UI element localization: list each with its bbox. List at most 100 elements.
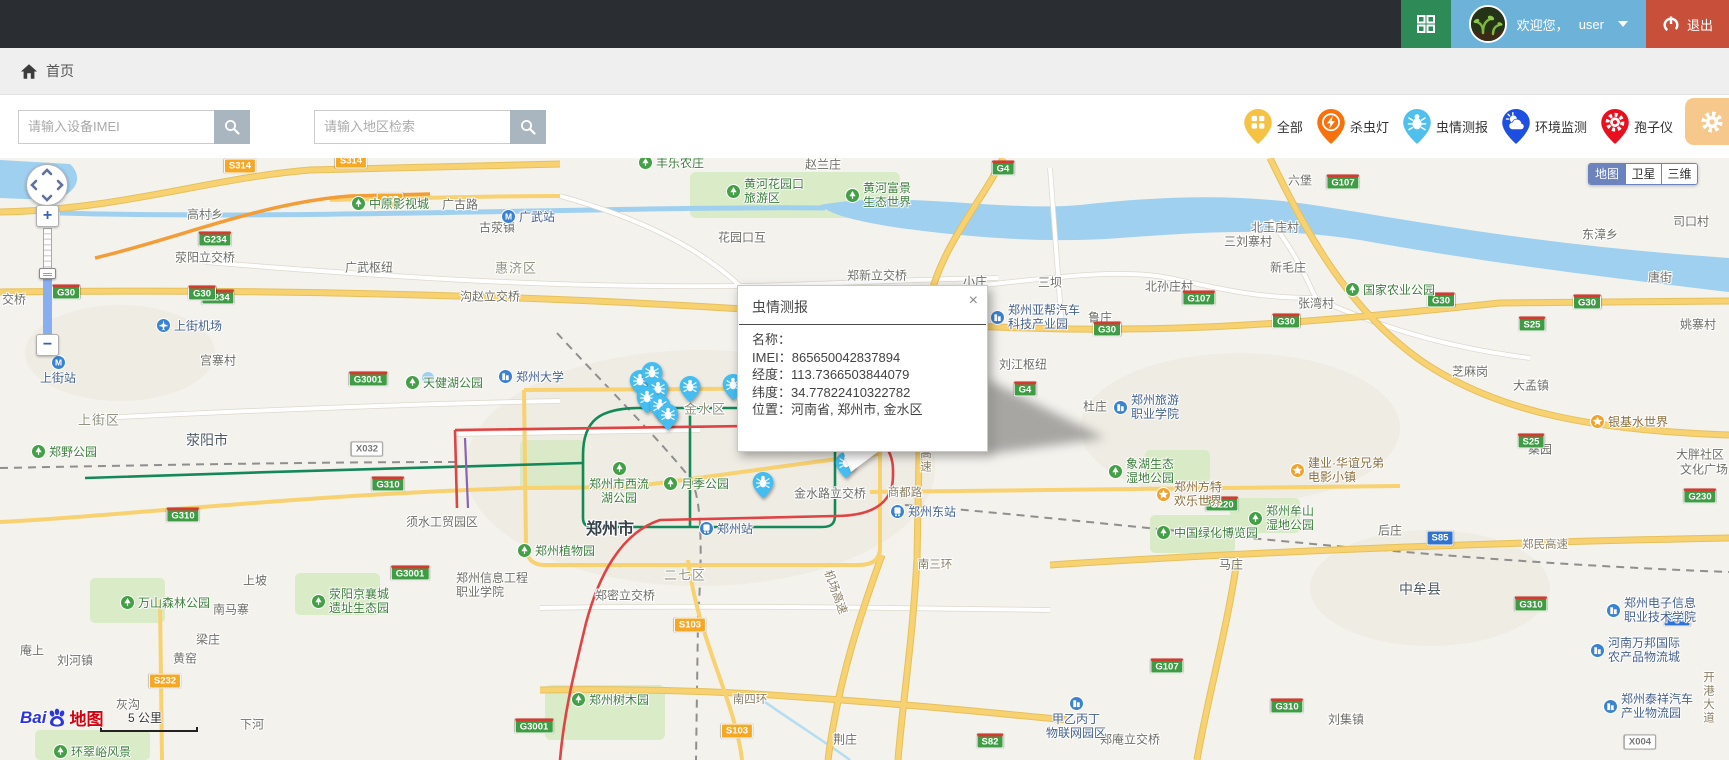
map-label: 庵上 — [20, 642, 44, 659]
poi[interactable]: 银基水世界 — [1590, 414, 1668, 429]
settings-button[interactable] — [1685, 98, 1729, 145]
map-pan-control[interactable] — [26, 164, 68, 206]
biz-icon — [1590, 643, 1605, 658]
poi[interactable]: 郑州方特欢乐世界 — [1156, 480, 1222, 508]
poi[interactable]: 荥阳京襄城遗址生态园 — [311, 587, 389, 615]
zoom-slider-handle[interactable] — [39, 268, 56, 279]
poi[interactable]: 郑州植物园 — [517, 543, 595, 558]
poi[interactable]: 郑州旅游职业学院 — [1113, 393, 1179, 421]
device-marker-pest[interactable] — [680, 376, 701, 408]
map-type-三维[interactable]: 三维 — [1661, 164, 1697, 184]
zoom-out-button[interactable]: − — [36, 334, 59, 356]
map-label: 荥阳立交桥 — [175, 249, 235, 266]
legend-item-label: 全部 — [1277, 117, 1303, 136]
road-badge: S314 — [224, 159, 256, 174]
poi[interactable]: M广武站 — [501, 209, 555, 224]
toolbar: 全部 杀虫灯虫情测报环境监测孢子仪 — [0, 95, 1729, 158]
device-marker-pest[interactable] — [658, 404, 679, 436]
map-label: 郑民高速 — [1522, 536, 1568, 552]
map-label: 刘河镇 — [57, 652, 93, 669]
legend-item-3[interactable]: 环境监测 — [1502, 109, 1587, 145]
map-label: 文化广场 — [1680, 461, 1728, 478]
baidu-logo[interactable]: Bai 地图 — [20, 705, 103, 730]
logout-label: 退出 — [1687, 15, 1713, 34]
map-label: 郑新立交桥 — [847, 267, 907, 284]
zoom-in-button[interactable]: + — [36, 205, 59, 227]
poi[interactable]: 万山森林公园 — [120, 595, 210, 610]
zoom-slider-track[interactable] — [43, 228, 52, 334]
poi-label: 郑州电子信息 — [1624, 596, 1696, 610]
poi[interactable]: 郑州泰祥汽车产业物流园 — [1603, 692, 1693, 720]
map-label: 南马寨 — [213, 601, 249, 618]
poi[interactable]: 环翠峪风景 — [53, 744, 131, 759]
poi-label: 科技产业园 — [1008, 317, 1080, 331]
breadcrumb-home[interactable]: 首页 — [46, 61, 74, 81]
map-label: 张湾村 — [1298, 295, 1334, 312]
poi[interactable]: 郑州东站 — [890, 504, 956, 519]
close-icon[interactable]: × — [969, 293, 978, 309]
legend-item-2[interactable]: 虫情测报 — [1403, 109, 1488, 145]
poi[interactable]: 郑州市西流湖公园 — [589, 461, 649, 505]
park-icon — [1248, 511, 1263, 526]
map-canvas[interactable]: 赵兰庄高村乡广古路古荥镇荥阳立交桥广武枢纽沟赵立交桥郑新立交桥花园口互惠济区六堡… — [0, 158, 1729, 760]
poi[interactable]: 河南万邦国际农产品物流城 — [1590, 636, 1680, 664]
region-search-input[interactable] — [314, 110, 510, 144]
poi[interactable]: 郑野公园 — [31, 444, 97, 459]
imei-search-input[interactable] — [18, 110, 214, 144]
map-label: 商都路 — [888, 484, 923, 500]
poi[interactable]: 郑州信息工程职业学院 — [456, 571, 528, 599]
poi[interactable]: 中国绿化博览园 — [1156, 525, 1258, 540]
road-badge: G3001 — [391, 566, 430, 581]
poi[interactable]: 上街机场 — [156, 318, 222, 333]
poi[interactable]: 黄河花园口旅游区 — [726, 177, 804, 205]
scale-bar — [100, 727, 198, 732]
legend-item-0[interactable]: 全部 — [1244, 109, 1303, 145]
legend-item-1[interactable]: 杀虫灯 — [1317, 109, 1389, 145]
poi[interactable]: 郑州电子信息职业技术学院 — [1606, 596, 1696, 624]
map-label: 东漳乡 — [1582, 226, 1618, 243]
logout-button[interactable]: 退出 — [1646, 0, 1729, 48]
map-label: 刘集镇 — [1328, 711, 1364, 728]
poi-label: 中国绿化博览园 — [1174, 526, 1258, 540]
park-icon — [53, 744, 68, 759]
park-icon — [1108, 464, 1123, 479]
poi[interactable]: 郑州树木园 — [571, 692, 649, 707]
popup-row-label: IMEI： — [752, 350, 792, 365]
user-menu[interactable]: 欢迎您， user — [1451, 0, 1646, 48]
map-label: 广武枢纽 — [345, 259, 393, 276]
map-type-地图[interactable]: 地图 — [1589, 164, 1625, 184]
legend-item-4[interactable]: 孢子仪 — [1601, 109, 1673, 145]
poi[interactable]: 中原影视城 — [351, 196, 429, 211]
poi[interactable]: 月季公园 — [663, 476, 729, 491]
poi[interactable]: 黄河富景生态世界 — [845, 181, 911, 209]
poi[interactable]: 郑州大学 — [498, 369, 564, 384]
poi[interactable]: 丰乐农庄 — [638, 158, 704, 170]
apps-button[interactable] — [1401, 0, 1451, 48]
imei-search-button[interactable] — [214, 110, 250, 144]
poi[interactable]: 天健湖公园 — [405, 375, 483, 390]
poi[interactable]: 郑州亚帮汽车科技产业园 — [990, 303, 1080, 331]
grid-icon — [1416, 14, 1436, 34]
poi[interactable]: M上街站 — [40, 355, 76, 385]
baidu-paw-icon — [46, 707, 68, 729]
poi[interactable]: 建业·华谊兄弟电影小镇 — [1290, 456, 1384, 484]
poi[interactable]: 郑州站 — [699, 521, 753, 536]
legend-item-label: 杀虫灯 — [1350, 117, 1389, 136]
map-label: 马庄 — [1219, 556, 1243, 573]
poi-label: 黄河花园口 — [744, 177, 804, 191]
device-marker-pest[interactable] — [753, 472, 774, 504]
map-label: 二七区 — [664, 565, 706, 584]
welcome-text: 欢迎您， — [1517, 15, 1569, 34]
road-badge: G30 — [1573, 295, 1601, 310]
map-label: 花园口互 — [718, 229, 766, 246]
map-label: 上坡 — [243, 572, 267, 589]
map-type-卫星[interactable]: 卫星 — [1625, 164, 1661, 184]
poi[interactable]: 甲乙丙丁物联网园区 — [1046, 696, 1106, 740]
map-label: 开港大道 — [1700, 671, 1716, 725]
power-icon — [1662, 14, 1680, 34]
region-search-button[interactable] — [510, 110, 546, 144]
poi[interactable]: 国家农业公园 — [1345, 282, 1435, 297]
poi-label: 银基水世界 — [1608, 415, 1668, 429]
imei-searchbox — [18, 110, 250, 144]
poi[interactable]: 须水工贸园区 — [406, 515, 478, 529]
